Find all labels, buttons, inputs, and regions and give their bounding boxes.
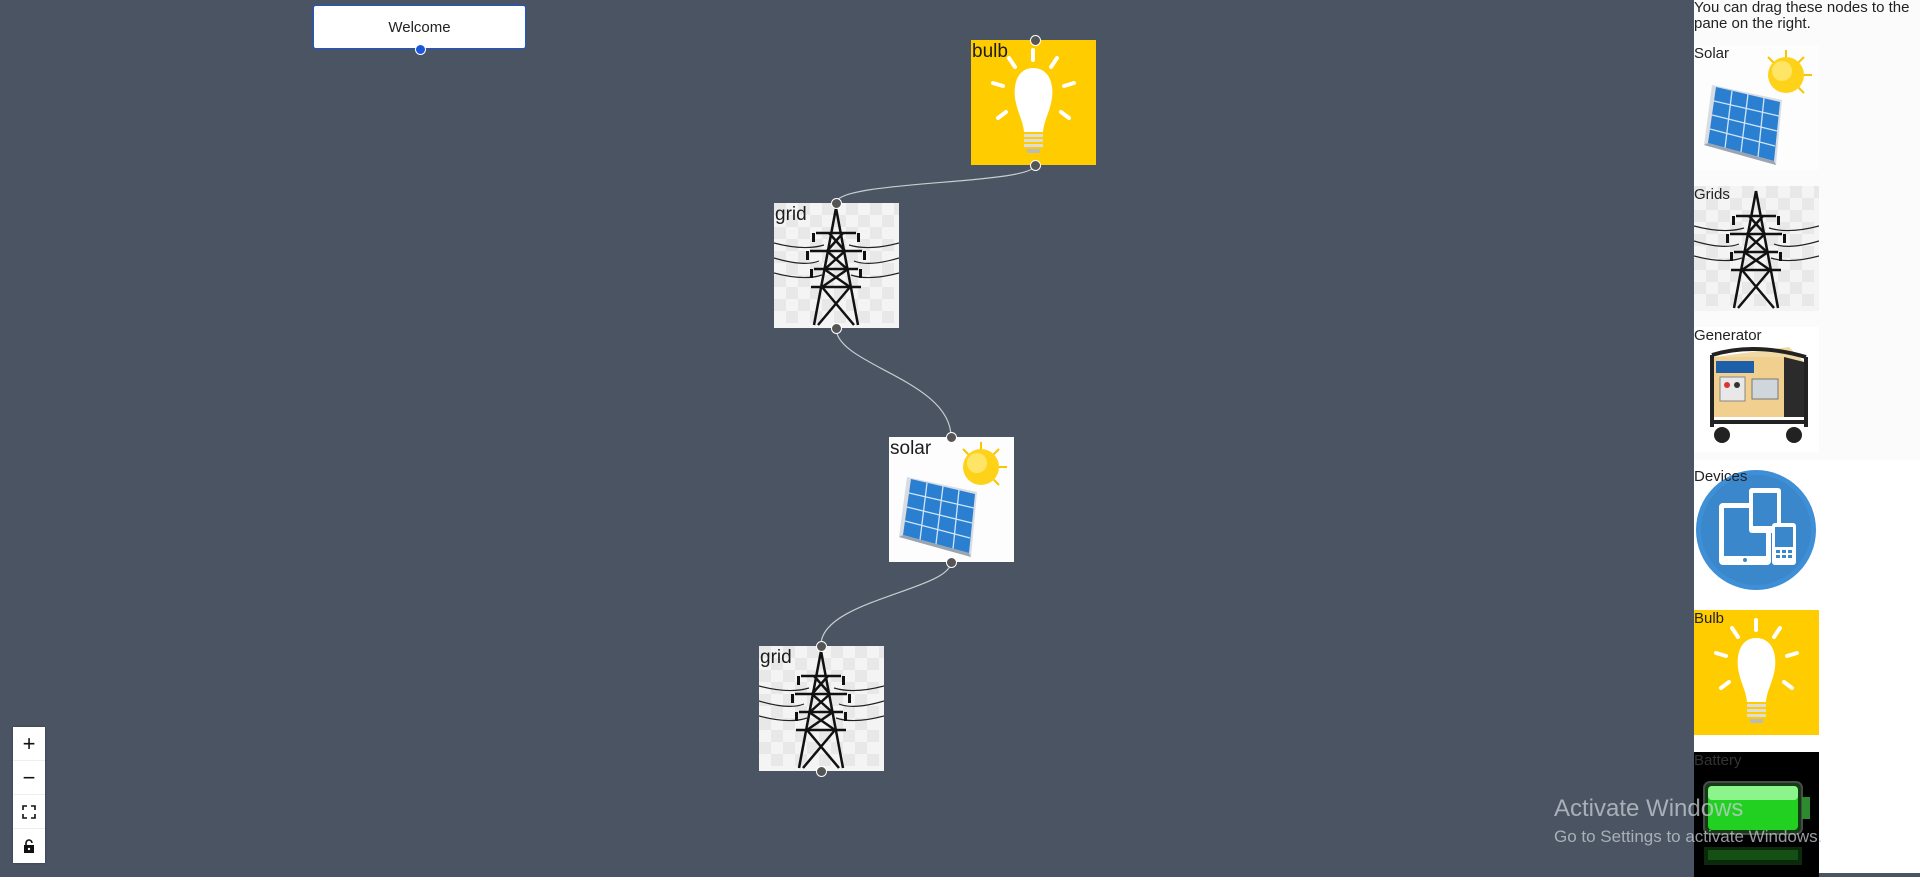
grid-tower-icon: [1694, 186, 1819, 311]
welcome-node[interactable]: Welcome: [313, 5, 526, 55]
node-palette-sidebar: You can drag these nodes to the pane on …: [1694, 0, 1920, 873]
node-bulb-source-handle[interactable]: [1030, 160, 1041, 171]
unlock-icon: [24, 839, 34, 853]
welcome-source-handle[interactable]: [415, 44, 426, 55]
zoom-in-button[interactable]: +: [13, 727, 45, 761]
node-label: bulb: [972, 41, 1008, 62]
node-grid-target-handle[interactable]: [831, 198, 842, 209]
welcome-label: Welcome: [388, 18, 451, 36]
sidebar-description: You can drag these nodes to the pane on …: [1694, 0, 1910, 32]
node-label: grid: [775, 204, 807, 225]
palette-item-solar[interactable]: Solar: [1694, 45, 1819, 170]
devices-icon: [1694, 468, 1819, 593]
node-bulb-target-handle[interactable]: [1030, 35, 1041, 46]
generator-icon: [1694, 327, 1819, 452]
palette-item-bulb[interactable]: Bulb: [1694, 610, 1819, 735]
node-grid-2-target-handle[interactable]: [816, 641, 827, 652]
activate-windows-watermark: Activate Windows Go to Settings to activ…: [1554, 795, 1822, 847]
node-grid-2-source-handle[interactable]: [816, 766, 827, 777]
palette-item-devices[interactable]: Devices: [1694, 468, 1819, 593]
fit-view-icon: [22, 804, 36, 819]
edge-solar-grid[interactable]: [820, 561, 952, 646]
palette-item-generator[interactable]: Generator: [1694, 327, 1819, 452]
edge-grid-solar[interactable]: [835, 327, 952, 438]
node-grid-2[interactable]: grid: [759, 646, 884, 771]
palette-item-label: Grids: [1694, 186, 1730, 203]
node-bulb[interactable]: bulb: [971, 40, 1096, 165]
palette-item-label: Solar: [1694, 45, 1730, 62]
edge-bulb-grid[interactable]: [835, 164, 1036, 204]
node-solar-target-handle[interactable]: [946, 432, 957, 443]
node-solar-source-handle[interactable]: [946, 557, 957, 568]
bulb-icon: [1694, 610, 1819, 735]
node-grid[interactable]: grid: [774, 203, 899, 328]
fit-view-button[interactable]: [13, 795, 45, 829]
node-label: solar: [890, 438, 932, 459]
palette-item-label: Bulb: [1694, 610, 1725, 627]
palette-item-label: Generator: [1694, 327, 1762, 344]
node-grid-source-handle[interactable]: [831, 323, 842, 334]
solar-panel-icon: [1694, 45, 1819, 170]
palette-item-label: Devices: [1694, 468, 1748, 485]
flow-controls: + −: [13, 727, 45, 863]
zoom-out-button[interactable]: −: [13, 761, 45, 795]
watermark-title: Activate Windows: [1554, 795, 1744, 822]
lock-button[interactable]: [13, 829, 45, 863]
node-label: grid: [760, 647, 792, 668]
palette-item-grids[interactable]: Grids: [1694, 186, 1819, 311]
palette-item-label: Battery: [1694, 752, 1742, 769]
watermark-subtitle: Go to Settings to activate Windows.: [1554, 827, 1823, 846]
flow-canvas[interactable]: Welcome bulb grid solar grid + −: [0, 0, 1694, 873]
node-solar[interactable]: solar: [889, 437, 1014, 562]
